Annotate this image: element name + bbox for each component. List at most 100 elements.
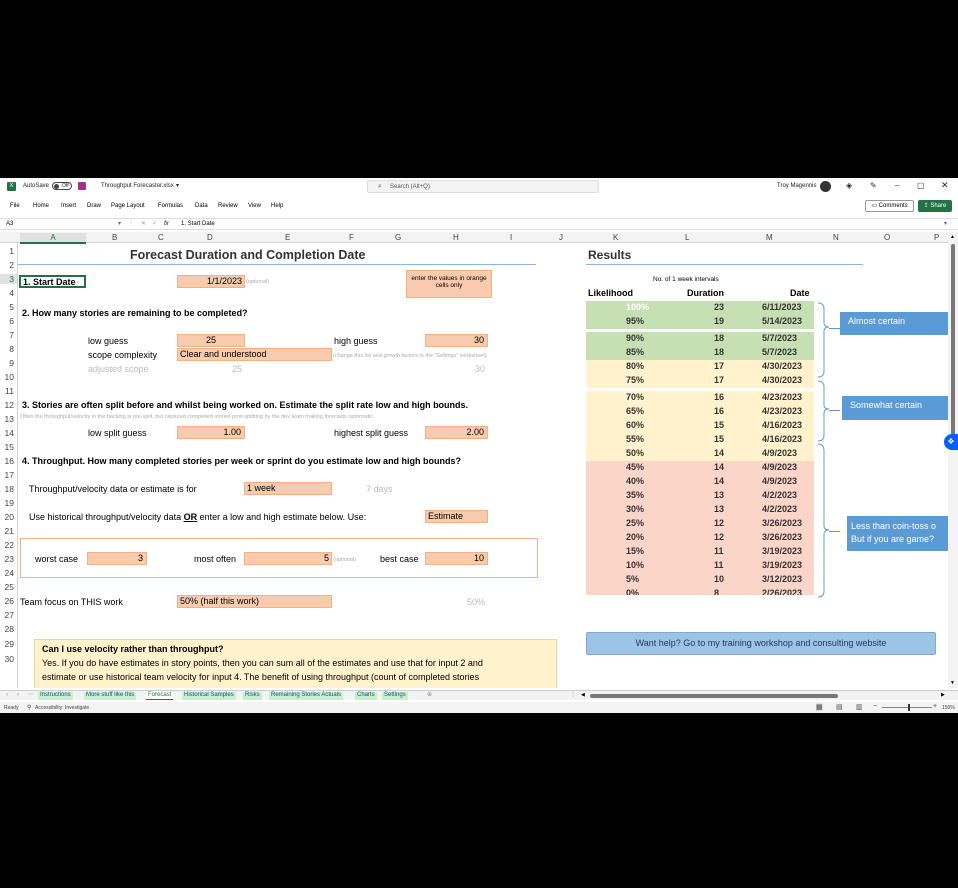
best-case-input[interactable]: 10 (425, 552, 488, 565)
column-header-b[interactable]: B (112, 233, 117, 242)
row-header[interactable]: 28 (0, 624, 14, 634)
expand-formula-icon[interactable]: ▾ (944, 220, 947, 227)
close-icon[interactable]: ✕ (941, 180, 949, 191)
start-date-input[interactable]: 1/1/2023 (177, 275, 245, 288)
formula-input[interactable]: 1. Start Date (181, 221, 215, 227)
pen-icon[interactable]: ✎ (870, 181, 877, 190)
row-header[interactable]: 13 (0, 414, 14, 424)
help-button[interactable]: Want help? Go to my training workshop an… (586, 632, 936, 655)
name-box-chevron-icon[interactable]: ▾ (118, 220, 121, 227)
row-header[interactable]: 16 (0, 456, 14, 466)
column-header-h[interactable]: H (453, 233, 459, 242)
vertical-scrollbar[interactable]: ▲ ▼ (948, 232, 958, 688)
sheet-tab-charts[interactable]: Charts (355, 692, 377, 700)
scroll-up-icon[interactable]: ▲ (950, 234, 955, 240)
menu-home[interactable]: Home (33, 203, 49, 209)
sheet-tab-risks[interactable]: Risks (243, 692, 262, 700)
row-header[interactable]: 1 (0, 246, 14, 256)
sheet-tab-more-stuff-like-this[interactable]: More stuff like this (84, 692, 137, 700)
accessibility-status[interactable]: Accessibility: Investigate (35, 705, 89, 711)
menu-draw[interactable]: Draw (87, 203, 101, 209)
sheet-tab-settings[interactable]: Settings (382, 692, 408, 700)
column-header-e[interactable]: E (285, 233, 290, 242)
row-header[interactable]: 8 (0, 344, 14, 354)
confirm-formula-icon[interactable]: ✓ (152, 220, 157, 227)
row-header[interactable]: 3 (0, 274, 17, 284)
hscroll-right-icon[interactable]: ▶ (941, 692, 945, 698)
start-date-label[interactable]: 1. Start Date (19, 275, 86, 288)
menu-data[interactable]: Data (195, 203, 208, 209)
row-header[interactable]: 6 (0, 316, 14, 326)
sheet-tab-historical-samples[interactable]: Historical Samples (182, 692, 236, 700)
row-header[interactable]: 27 (0, 610, 14, 620)
row-header[interactable]: 19 (0, 498, 14, 508)
save-icon[interactable] (78, 182, 86, 190)
accessibility-icon[interactable]: ⚲ (27, 704, 31, 711)
row-header[interactable]: 7 (0, 330, 14, 340)
page-break-view-icon[interactable]: ▥ (856, 703, 863, 711)
row-header[interactable]: 24 (0, 568, 14, 578)
row-header[interactable]: 17 (0, 470, 14, 480)
zoom-in-icon[interactable]: + (933, 703, 937, 710)
tab-scroll-right-icon[interactable]: › (17, 692, 19, 698)
column-header-j[interactable]: J (559, 233, 563, 242)
column-header-k[interactable]: K (613, 233, 618, 242)
zoom-out-icon[interactable]: − (873, 703, 877, 710)
column-header-m[interactable]: M (766, 233, 773, 242)
normal-view-icon[interactable]: ▦ (816, 703, 823, 711)
row-header[interactable]: 18 (0, 484, 14, 494)
row-header[interactable]: 9 (0, 358, 14, 368)
column-header-c[interactable]: C (158, 233, 164, 242)
zoom-slider-thumb[interactable] (908, 704, 910, 711)
row-header[interactable]: 15 (0, 442, 14, 452)
sheet-tab-forecast[interactable]: Forecast (146, 692, 174, 700)
menu-file[interactable]: File (10, 203, 20, 209)
row-header[interactable]: 4 (0, 288, 14, 298)
filename-chevron-icon[interactable]: ▾ (176, 182, 179, 189)
column-header-l[interactable]: L (685, 233, 689, 242)
hscroll-left-icon[interactable]: ◀ (581, 692, 585, 698)
filename[interactable]: Throughput Forecaster.xlsx (101, 183, 174, 189)
column-header-i[interactable]: I (510, 233, 512, 242)
row-header[interactable]: 2 (0, 260, 14, 270)
row-header[interactable]: 5 (0, 302, 14, 312)
most-often-input[interactable]: 5 (244, 552, 332, 565)
row-header[interactable]: 22 (0, 540, 14, 550)
row-header[interactable]: 21 (0, 526, 14, 536)
row-header[interactable]: 25 (0, 582, 14, 592)
menu-page-layout[interactable]: Page Layout (111, 203, 145, 209)
tab-scroll-left-icon[interactable]: ‹ (6, 692, 8, 698)
menu-insert[interactable]: Insert (61, 203, 76, 209)
page-layout-view-icon[interactable]: ▤ (836, 703, 843, 711)
add-sheet-icon[interactable]: ⊕ (427, 691, 432, 698)
column-header-p[interactable]: P (934, 233, 939, 242)
column-header-g[interactable]: G (395, 233, 401, 242)
column-header-d[interactable]: D (207, 233, 213, 242)
menu-view[interactable]: View (248, 203, 261, 209)
vertical-scroll-thumb[interactable] (951, 244, 955, 444)
autosave-toggle[interactable]: Off (52, 182, 72, 190)
column-header-f[interactable]: F (349, 233, 354, 242)
minimize-icon[interactable]: – (895, 181, 899, 190)
row-header[interactable]: 20 (0, 512, 14, 522)
search-box[interactable]: ⌕ Search (Alt+Q) (367, 180, 599, 193)
menu-help[interactable]: Help (271, 203, 283, 209)
low-guess-input[interactable]: 25 (177, 334, 245, 347)
menu-review[interactable]: Review (218, 203, 238, 209)
row-header[interactable]: 11 (0, 386, 14, 396)
horizontal-scroll-thumb[interactable] (590, 694, 838, 698)
row-header[interactable]: 12 (0, 400, 14, 410)
restore-icon[interactable]: ▢ (917, 181, 925, 190)
low-split-input[interactable]: 1.00 (177, 426, 245, 439)
zoom-slider[interactable] (882, 704, 932, 711)
high-split-input[interactable]: 2.00 (425, 426, 488, 439)
row-header[interactable]: 26 (0, 596, 14, 606)
worst-case-input[interactable]: 3 (87, 552, 147, 565)
column-header-o[interactable]: O (884, 233, 890, 242)
zoom-level[interactable]: 150% (942, 705, 955, 711)
share-button[interactable]: ⇪ Share (918, 200, 952, 212)
user-name[interactable]: Troy Magennis (777, 183, 816, 189)
menu-formulas[interactable]: Formulas (158, 203, 183, 209)
row-header[interactable]: 30 (0, 654, 14, 664)
sheet-tab-instructions[interactable]: Instructions (38, 692, 73, 700)
